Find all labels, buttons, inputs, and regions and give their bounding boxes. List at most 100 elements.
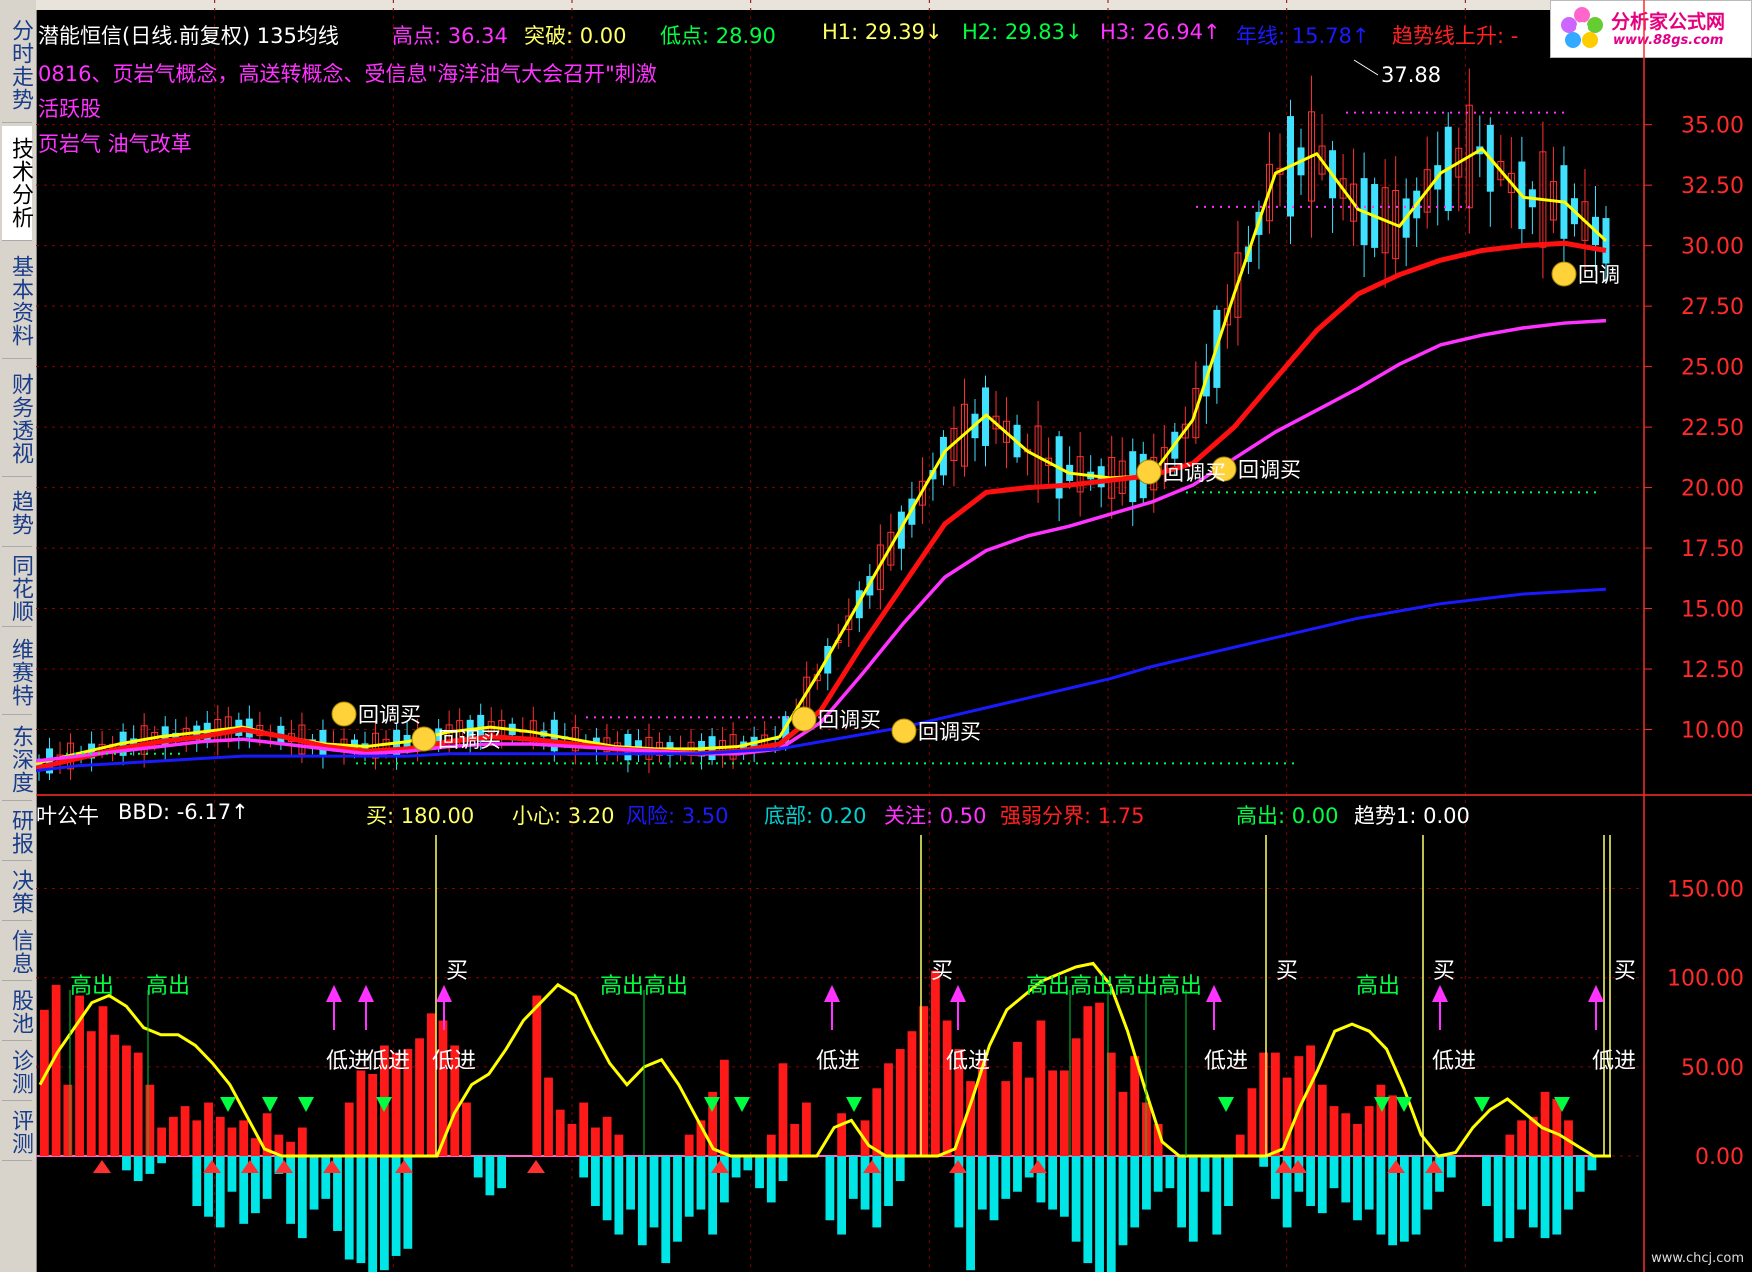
cyan-bar bbox=[1106, 1156, 1116, 1272]
cyan-bar bbox=[368, 1156, 378, 1272]
sidebar-tab-12[interactable]: 诊测 bbox=[2, 1044, 33, 1101]
red-bar bbox=[1013, 1041, 1022, 1157]
cyan-bar bbox=[626, 1156, 635, 1210]
year-line-value: 年线: 15.78↑ bbox=[1236, 24, 1370, 48]
low-in-label-2: 低进 bbox=[432, 1049, 476, 1074]
red-bar bbox=[297, 1127, 307, 1157]
cyan-bar bbox=[1071, 1156, 1081, 1242]
cyan-bar bbox=[1317, 1156, 1327, 1214]
cyan-bar bbox=[1024, 1156, 1034, 1178]
cyan-bar bbox=[743, 1156, 753, 1171]
chart-canvas[interactable]: 10.00 12.50 15.00 17.50 20.00 22.50 25.00 27.50… bbox=[36, 0, 1752, 1272]
red-bar bbox=[426, 1013, 436, 1157]
high-out-label-1: 高出 bbox=[146, 974, 190, 999]
red-up-arrow-icon bbox=[949, 1160, 967, 1173]
y-tick-upper-5: 22.50 bbox=[1681, 416, 1744, 441]
red-bar bbox=[204, 1102, 213, 1157]
cyan-bar bbox=[297, 1156, 307, 1239]
red-bar bbox=[1540, 1091, 1550, 1157]
ma-line-red_ma bbox=[36, 240, 1607, 771]
sidebar-tab-9[interactable]: 决策 bbox=[2, 864, 33, 921]
red-bar bbox=[157, 1127, 167, 1157]
cyan-bar bbox=[1435, 1156, 1444, 1192]
annotation-pullback-buy-4: 回调买 bbox=[1238, 458, 1301, 482]
cyan-bar bbox=[1200, 1156, 1210, 1192]
cyan-bar bbox=[1130, 1156, 1140, 1228]
smiley-icon bbox=[331, 701, 357, 727]
red-bar bbox=[684, 1134, 694, 1157]
h2-value: H2: 29.83↓ bbox=[962, 20, 1083, 44]
red-bar bbox=[766, 1134, 776, 1157]
cyan-bar bbox=[157, 1156, 167, 1164]
red-up-arrow-icon bbox=[527, 1160, 545, 1173]
magenta-up-arrow-icon bbox=[1206, 985, 1222, 1002]
cyan-bar bbox=[497, 1156, 507, 1189]
high-out-value: 高出: 0.00 bbox=[1236, 804, 1339, 828]
cyan-bar bbox=[1505, 1156, 1515, 1239]
green-down-arrow-icon bbox=[704, 1097, 720, 1112]
sidebar-tab-7[interactable]: 东深度 bbox=[2, 718, 33, 801]
red-bar bbox=[1271, 1052, 1280, 1157]
cyan-bar bbox=[1564, 1156, 1573, 1210]
cyan-bar bbox=[884, 1156, 893, 1207]
cyan-bar bbox=[1212, 1156, 1222, 1235]
cyan-bar bbox=[989, 1156, 999, 1221]
cyan-bar bbox=[755, 1156, 764, 1189]
red-bar bbox=[122, 1045, 131, 1157]
y-tick-upper-4: 20.00 bbox=[1681, 477, 1744, 502]
red-bar bbox=[145, 1084, 155, 1157]
sidebar-tab-1[interactable]: 技术分析 bbox=[2, 126, 33, 241]
y-tick-upper-3: 17.50 bbox=[1681, 537, 1744, 562]
sidebar-tab-3[interactable]: 财务透视 bbox=[2, 362, 33, 477]
cyan-bar bbox=[1083, 1156, 1093, 1264]
y-tick-upper-9: 32.50 bbox=[1681, 174, 1744, 199]
red-up-arrow-icon bbox=[1289, 1160, 1307, 1173]
red-bar bbox=[415, 1038, 424, 1157]
sidebar-tab-0[interactable]: 分时走势 bbox=[2, 8, 33, 123]
sidebar-tab-6[interactable]: 维赛特 bbox=[2, 630, 33, 715]
red-bar bbox=[544, 1077, 553, 1157]
sidebar-tab-10[interactable]: 信息 bbox=[2, 924, 33, 981]
indicator-name: 叶公牛 bbox=[36, 804, 99, 828]
cyan-bar bbox=[579, 1156, 589, 1178]
cyan-bar bbox=[1575, 1156, 1585, 1192]
magenta-up-arrow-icon bbox=[326, 985, 342, 1002]
cyan-bar bbox=[637, 1156, 647, 1246]
sidebar-tab-13[interactable]: 评测 bbox=[2, 1104, 33, 1161]
low-in-label-6: 低进 bbox=[1432, 1049, 1476, 1074]
annotation-pullback-buy-1: 回调买 bbox=[438, 728, 501, 752]
red-bar bbox=[215, 1116, 225, 1157]
magenta-up-arrow-icon bbox=[436, 985, 452, 1002]
chart-area[interactable]: 10.00 12.50 15.00 17.50 20.00 22.50 25.00 27.50… bbox=[36, 0, 1752, 1272]
red-bar bbox=[462, 1102, 471, 1157]
cyan-bar bbox=[966, 1156, 975, 1271]
cyan-bar bbox=[344, 1156, 354, 1260]
cyan-bar bbox=[837, 1156, 847, 1235]
cyan-bar bbox=[1118, 1156, 1128, 1246]
annotation-pullback-buy-0: 回调买 bbox=[358, 703, 421, 727]
red-bar bbox=[168, 1116, 178, 1157]
sidebar-tab-5[interactable]: 同花顺 bbox=[2, 550, 33, 627]
red-bar bbox=[802, 1102, 811, 1157]
smiley-icon bbox=[891, 718, 917, 744]
cyan-bar bbox=[1306, 1156, 1315, 1207]
cyan-bar bbox=[1341, 1156, 1351, 1203]
sidebar-tab-4[interactable]: 趋势 bbox=[2, 480, 33, 547]
cyan-bar bbox=[262, 1156, 272, 1199]
red-bar bbox=[51, 984, 61, 1157]
break-value: 突破: 0.00 bbox=[524, 24, 627, 48]
red-bar bbox=[614, 1134, 624, 1157]
red-bar bbox=[1059, 1070, 1069, 1157]
cyan-bar bbox=[1528, 1156, 1538, 1228]
buy-label-3: 买 bbox=[1433, 959, 1455, 984]
sidebar-tab-2[interactable]: 基本资料 bbox=[2, 244, 33, 359]
bottom-value: 底部: 0.20 bbox=[764, 804, 867, 828]
cyan-bar bbox=[1329, 1156, 1339, 1189]
cyan-bar bbox=[192, 1156, 202, 1207]
red-bar bbox=[1505, 1134, 1515, 1157]
sidebar-tab-11[interactable]: 股池 bbox=[2, 984, 33, 1041]
y-tick-upper-0: 10.00 bbox=[1681, 719, 1744, 744]
y-tick-upper-6: 25.00 bbox=[1681, 356, 1744, 381]
cyan-bar bbox=[1142, 1156, 1151, 1210]
sidebar-tab-8[interactable]: 研报 bbox=[2, 804, 33, 861]
